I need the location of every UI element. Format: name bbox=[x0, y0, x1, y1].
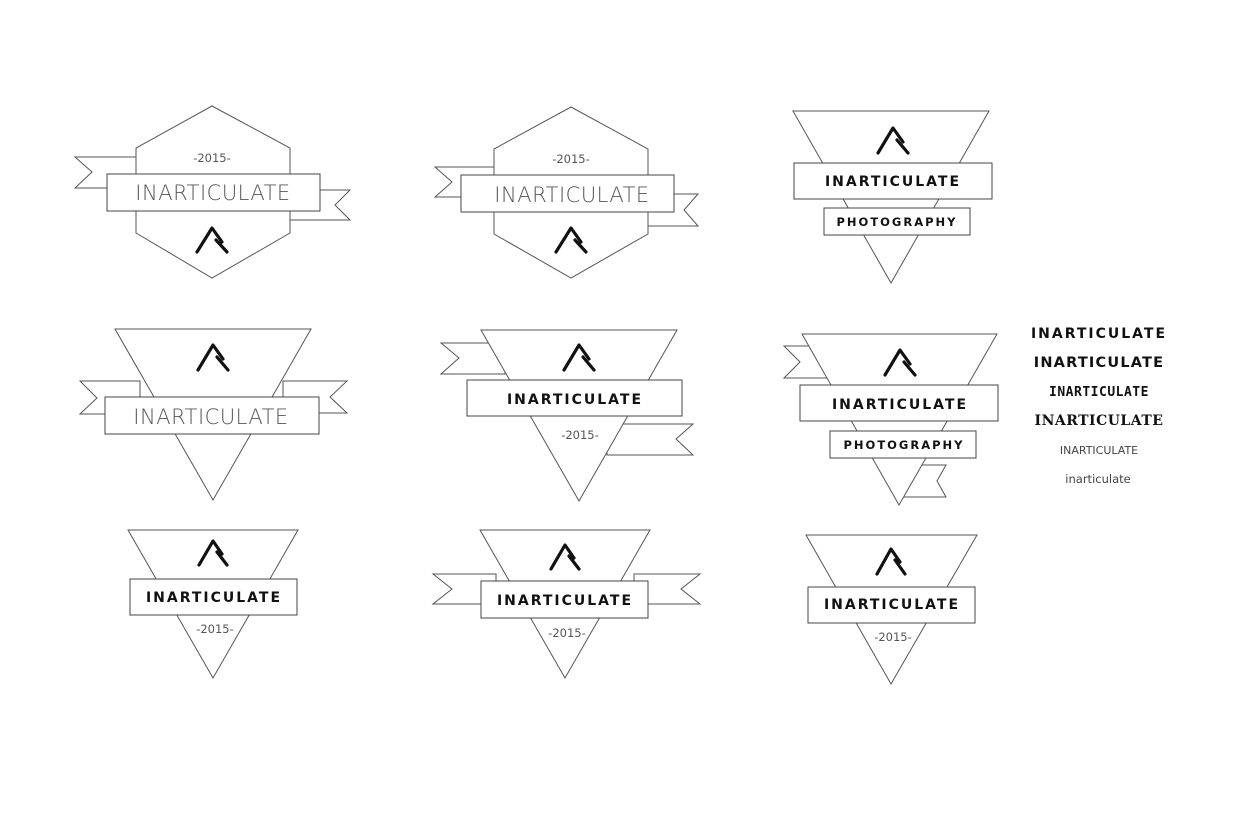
font-sample-thin: INARTICULATE bbox=[1060, 444, 1138, 457]
badge-triangle-small-1: INARTICULATE -2015- bbox=[127, 529, 299, 680]
brand-label: INARTICULATE bbox=[825, 174, 961, 190]
subtitle-label: PHOTOGRAPHY bbox=[843, 438, 964, 452]
year-label: -2015- bbox=[874, 630, 912, 644]
logo-sheet: -2015- INARTICULATE -2015- INARTICULATE … bbox=[73, 105, 1167, 686]
font-sample-serif: INARTICULATE bbox=[1035, 413, 1164, 429]
badge-triangle-photography-2: INARTICULATE PHOTOGRAPHY bbox=[782, 333, 999, 507]
brand-label: INARTICULATE bbox=[497, 593, 633, 609]
badge-hexagon-1: -2015- INARTICULATE bbox=[73, 105, 352, 279]
font-sample-display: INARTICULATE bbox=[1049, 385, 1149, 400]
brand-label: INARTICULATE bbox=[824, 597, 960, 613]
year-label: -2015- bbox=[561, 428, 599, 442]
badge-triangle-ribbon-1: INARTICULATE bbox=[78, 328, 349, 502]
badge-hexagon-2: -2015- INARTICULATE bbox=[433, 106, 700, 279]
brand-label: INARTICULATE bbox=[832, 397, 968, 413]
year-label: -2015- bbox=[196, 622, 234, 636]
badge-triangle-small-2: INARTICULATE -2015- bbox=[805, 534, 978, 686]
year-label: -2015- bbox=[552, 152, 590, 166]
year-label: -2015- bbox=[548, 626, 586, 640]
font-sample-lowercase: inarticulate bbox=[1065, 472, 1130, 486]
year-label: -2015- bbox=[193, 151, 231, 165]
font-sample-heavy: INARTICULATE bbox=[1034, 355, 1165, 371]
badge-triangle-small-ribbon: INARTICULATE -2015- bbox=[431, 529, 702, 680]
brand-label: INARTICULATE bbox=[507, 392, 643, 408]
subtitle-label: PHOTOGRAPHY bbox=[836, 215, 957, 229]
badge-triangle-photography-1: INARTICULATE PHOTOGRAPHY bbox=[792, 110, 993, 285]
font-samples: INARTICULATE INARTICULATE INARTICULATE I… bbox=[1031, 326, 1167, 486]
brand-label: INARTICULATE bbox=[494, 183, 649, 207]
badge-triangle-ribbon-2: INARTICULATE -2015- bbox=[439, 329, 695, 503]
brand-label: INARTICULATE bbox=[146, 590, 282, 606]
brand-label: INARTICULATE bbox=[135, 181, 290, 205]
font-sample-bold: INARTICULATE bbox=[1031, 326, 1167, 342]
brand-label: INARTICULATE bbox=[133, 405, 288, 429]
